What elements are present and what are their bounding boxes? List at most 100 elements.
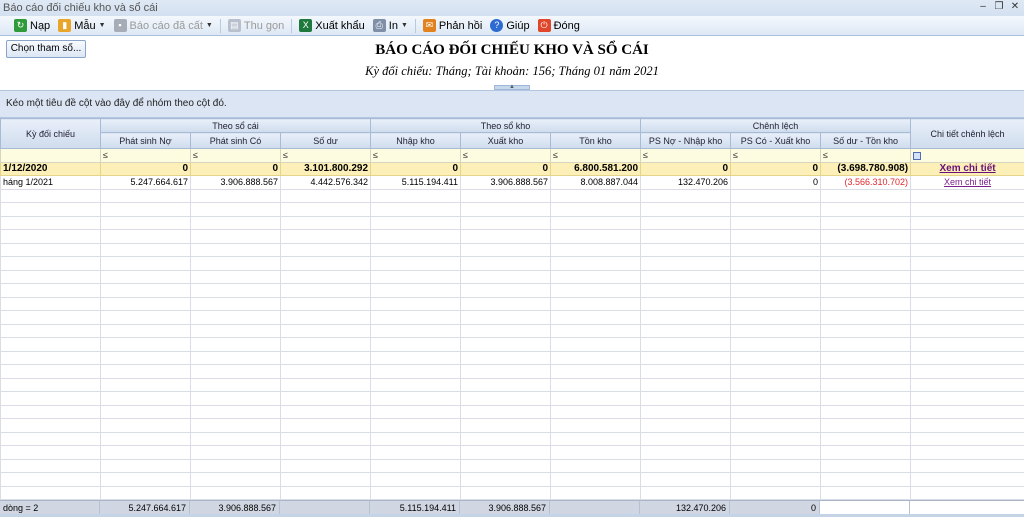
cell-nhap: 5.115.194.411 <box>370 175 462 190</box>
save-icon: ▪ <box>113 19 127 32</box>
col-chi-tiet[interactable]: Chi tiết chênh lệch <box>910 118 1024 149</box>
cell-ton: 8.008.887.044 <box>550 175 642 190</box>
cell-no: 5.247.664.617 <box>100 175 191 190</box>
empty-row <box>0 310 1024 325</box>
empty-row <box>0 458 1024 473</box>
col-xuat-kho[interactable]: Xuất kho <box>460 132 552 149</box>
window-title: Báo cáo đối chiếu kho và sổ cái <box>3 2 158 14</box>
filter-cell[interactable]: ≤ <box>279 148 372 163</box>
col-nhap-kho[interactable]: Nhập kho <box>370 132 462 149</box>
cell-cl-no: 132.470.206 <box>640 175 732 190</box>
cell-ky: háng 1/2021 <box>0 175 101 190</box>
cell-ton: 6.800.581.200 <box>550 161 642 176</box>
print-button[interactable]: ⎙ In ▼ <box>369 17 412 35</box>
group-by-panel[interactable]: Kéo một tiêu đề cột vào đây để nhóm theo… <box>0 90 1024 118</box>
mail-icon: ✉ <box>422 19 436 32</box>
cell-co: 0 <box>190 161 281 176</box>
table-row[interactable]: 1/12/2020 0 0 3.101.800.292 0 0 6.800.58… <box>0 161 1024 176</box>
footer-no: 5.247.664.617 <box>100 501 190 515</box>
cell-co: 3.906.888.567 <box>190 175 281 190</box>
empty-row <box>0 242 1024 257</box>
filter-checkbox-icon[interactable] <box>913 151 922 160</box>
chevron-down-icon: ▼ <box>98 22 106 29</box>
footer-ton <box>550 501 640 515</box>
filter-cell[interactable]: ≤ <box>640 148 732 163</box>
empty-row <box>0 256 1024 271</box>
cell-no: 0 <box>100 161 191 176</box>
cell-cl-du: (3.698.780.908) <box>820 161 912 176</box>
view-detail-link[interactable]: Xem chi tiết <box>910 175 1024 190</box>
printer-icon: ⎙ <box>372 19 386 32</box>
reload-button[interactable]: ↻ Nạp <box>10 17 54 35</box>
excel-icon: X <box>299 19 313 32</box>
restore-icon[interactable]: ❐ <box>992 0 1006 14</box>
filter-cell[interactable]: ≤ <box>460 148 552 163</box>
cell-cl-co: 0 <box>730 175 822 190</box>
filter-cell[interactable]: ≤ <box>100 148 191 163</box>
table-row[interactable]: háng 1/2021 5.247.664.617 3.906.888.567 … <box>0 175 1024 190</box>
footer-count: dòng = 2 <box>0 501 100 515</box>
power-icon: ⏻ <box>537 19 551 32</box>
empty-row <box>0 296 1024 311</box>
filter-cell[interactable]: ≤ <box>820 148 912 163</box>
cell-xuat: 3.906.888.567 <box>460 175 552 190</box>
toolbar-separator <box>291 18 293 33</box>
cell-cl-co: 0 <box>730 161 822 176</box>
filter-cell[interactable]: ≤ <box>550 148 642 163</box>
col-so-du-ton-kho[interactable]: Số dư - Tồn kho <box>820 132 912 149</box>
saved-reports-button[interactable]: ▪ Báo cáo đã cất ▼ <box>110 17 217 35</box>
filter-row[interactable]: ≤ ≤ ≤ ≤ ≤ ≤ ≤ ≤ ≤ <box>0 148 1024 163</box>
empty-row <box>0 404 1024 419</box>
col-ps-no-nhap-kho[interactable]: PS Nợ - Nhập kho <box>640 132 732 149</box>
collapse-icon: ▤ <box>227 19 241 32</box>
filter-cell[interactable]: ≤ <box>730 148 822 163</box>
minimize-icon[interactable]: – <box>976 0 990 14</box>
cell-nhap: 0 <box>370 161 462 176</box>
footer-so-du <box>280 501 370 515</box>
col-ton-kho[interactable]: Tồn kho <box>550 132 642 149</box>
empty-row <box>0 202 1024 217</box>
cell-cl-no: 0 <box>640 161 732 176</box>
filter-cell[interactable] <box>0 148 101 163</box>
footer-cl-co: 0 <box>730 501 820 515</box>
close-icon[interactable]: ✕ <box>1008 0 1022 14</box>
cell-cl-du: (3.566.310.702) <box>820 175 912 190</box>
reload-icon: ↻ <box>14 19 27 32</box>
empty-row <box>0 431 1024 446</box>
empty-row <box>0 445 1024 460</box>
summary-footer: dòng = 2 5.247.664.617 3.906.888.567 5.1… <box>0 500 1024 515</box>
chart-icon: ▮ <box>58 19 72 32</box>
col-phat-sinh-no[interactable]: Phát sinh Nợ <box>100 132 191 149</box>
empty-row <box>0 323 1024 338</box>
empty-row <box>0 391 1024 406</box>
footer-chi-tiet <box>910 501 1024 515</box>
filter-cell[interactable]: ≤ <box>370 148 462 163</box>
filter-cell[interactable]: ≤ <box>190 148 281 163</box>
toolbar-separator <box>219 18 221 33</box>
help-icon: ? <box>490 19 504 32</box>
col-ky-doi-chieu[interactable]: Kỳ đối chiếu <box>0 118 101 149</box>
chevron-down-icon: ▼ <box>400 22 408 29</box>
col-ps-co-xuat-kho[interactable]: PS Có - Xuất kho <box>730 132 822 149</box>
empty-row <box>0 418 1024 433</box>
band-theo-so-kho: Theo sổ kho <box>370 118 642 133</box>
view-detail-link[interactable]: Xem chi tiết <box>910 161 1024 176</box>
cell-so-du: 4.442.576.342 <box>279 175 372 190</box>
filter-cell[interactable] <box>910 148 1024 163</box>
export-button[interactable]: X Xuất khẩu <box>295 17 369 35</box>
empty-row <box>0 215 1024 230</box>
template-button[interactable]: ▮ Mẫu ▼ <box>54 17 109 35</box>
feedback-button[interactable]: ✉ Phản hồi <box>419 17 486 35</box>
close-button[interactable]: ⏻ Đóng <box>534 17 584 35</box>
window-titlebar: Báo cáo đối chiếu kho và sổ cái – ❐ ✕ <box>0 0 1024 16</box>
band-theo-so-cai: Theo sổ cái <box>99 118 372 133</box>
report-title: BÁO CÁO ĐỐI CHIẾU KHO VÀ SỔ CÁI <box>375 42 649 58</box>
footer-cl-du <box>820 501 910 515</box>
empty-row <box>0 283 1024 298</box>
col-phat-sinh-co[interactable]: Phát sinh Có <box>190 132 281 149</box>
footer-cl-no: 132.470.206 <box>640 501 730 515</box>
cell-xuat: 0 <box>460 161 552 176</box>
help-button[interactable]: ? Giúp <box>486 17 533 35</box>
collapse-button[interactable]: ▤ Thu gọn <box>224 17 288 35</box>
col-so-du[interactable]: Số dư <box>279 132 372 149</box>
